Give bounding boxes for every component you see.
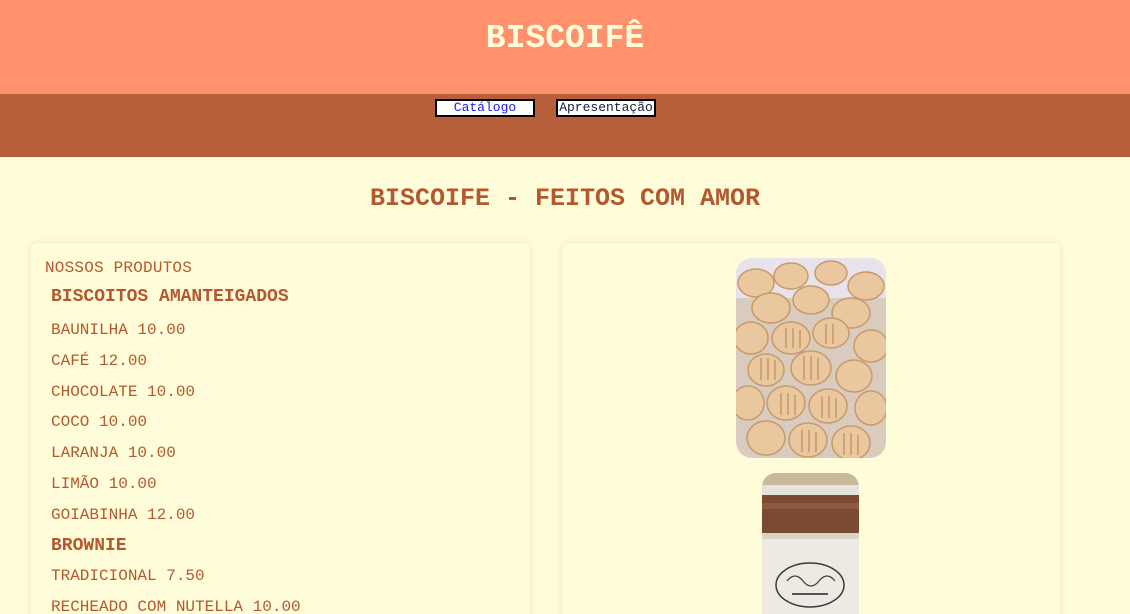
site-header: BISCOIFÊ xyxy=(0,0,1130,94)
page-heading: BISCOIFE - FEITOS COM AMOR xyxy=(369,184,761,213)
list-item: CHOCOLATE 10.00 xyxy=(51,383,196,401)
presentation-button[interactable]: Apresentação xyxy=(556,99,656,117)
category-title-biscoitos: BISCOITOS AMANTEIGADOS xyxy=(51,287,289,307)
page: BISCOIFÊ Catálogo Apresentação BISCOIFE … xyxy=(0,0,1130,614)
site-title: BISCOIFÊ xyxy=(485,20,645,57)
nav-bar: Catálogo Apresentação xyxy=(0,94,1130,157)
cookies-photo xyxy=(736,258,886,458)
products-card: NOSSOS PRODUTOS BISCOITOS AMANTEIGADOS B… xyxy=(31,243,530,614)
list-item: TRADICIONAL 7.50 xyxy=(51,567,205,585)
list-item: GOIABINHA 12.00 xyxy=(51,506,196,524)
list-item: BAUNILHA 10.00 xyxy=(51,321,186,339)
products-label: NOSSOS PRODUTOS xyxy=(45,259,193,277)
list-item: LARANJA 10.00 xyxy=(51,444,176,462)
list-item: RECHEADO COM NUTELLA 10.00 xyxy=(51,598,301,614)
brownie-photo xyxy=(762,473,859,614)
list-item: LIMÃO 10.00 xyxy=(51,475,157,493)
gallery-card xyxy=(562,243,1060,614)
category-title-brownie: BROWNIE xyxy=(51,536,127,556)
list-item: COCO 10.00 xyxy=(51,413,148,431)
list-item: CAFÉ 12.00 xyxy=(51,352,148,370)
catalog-button[interactable]: Catálogo xyxy=(435,99,535,117)
